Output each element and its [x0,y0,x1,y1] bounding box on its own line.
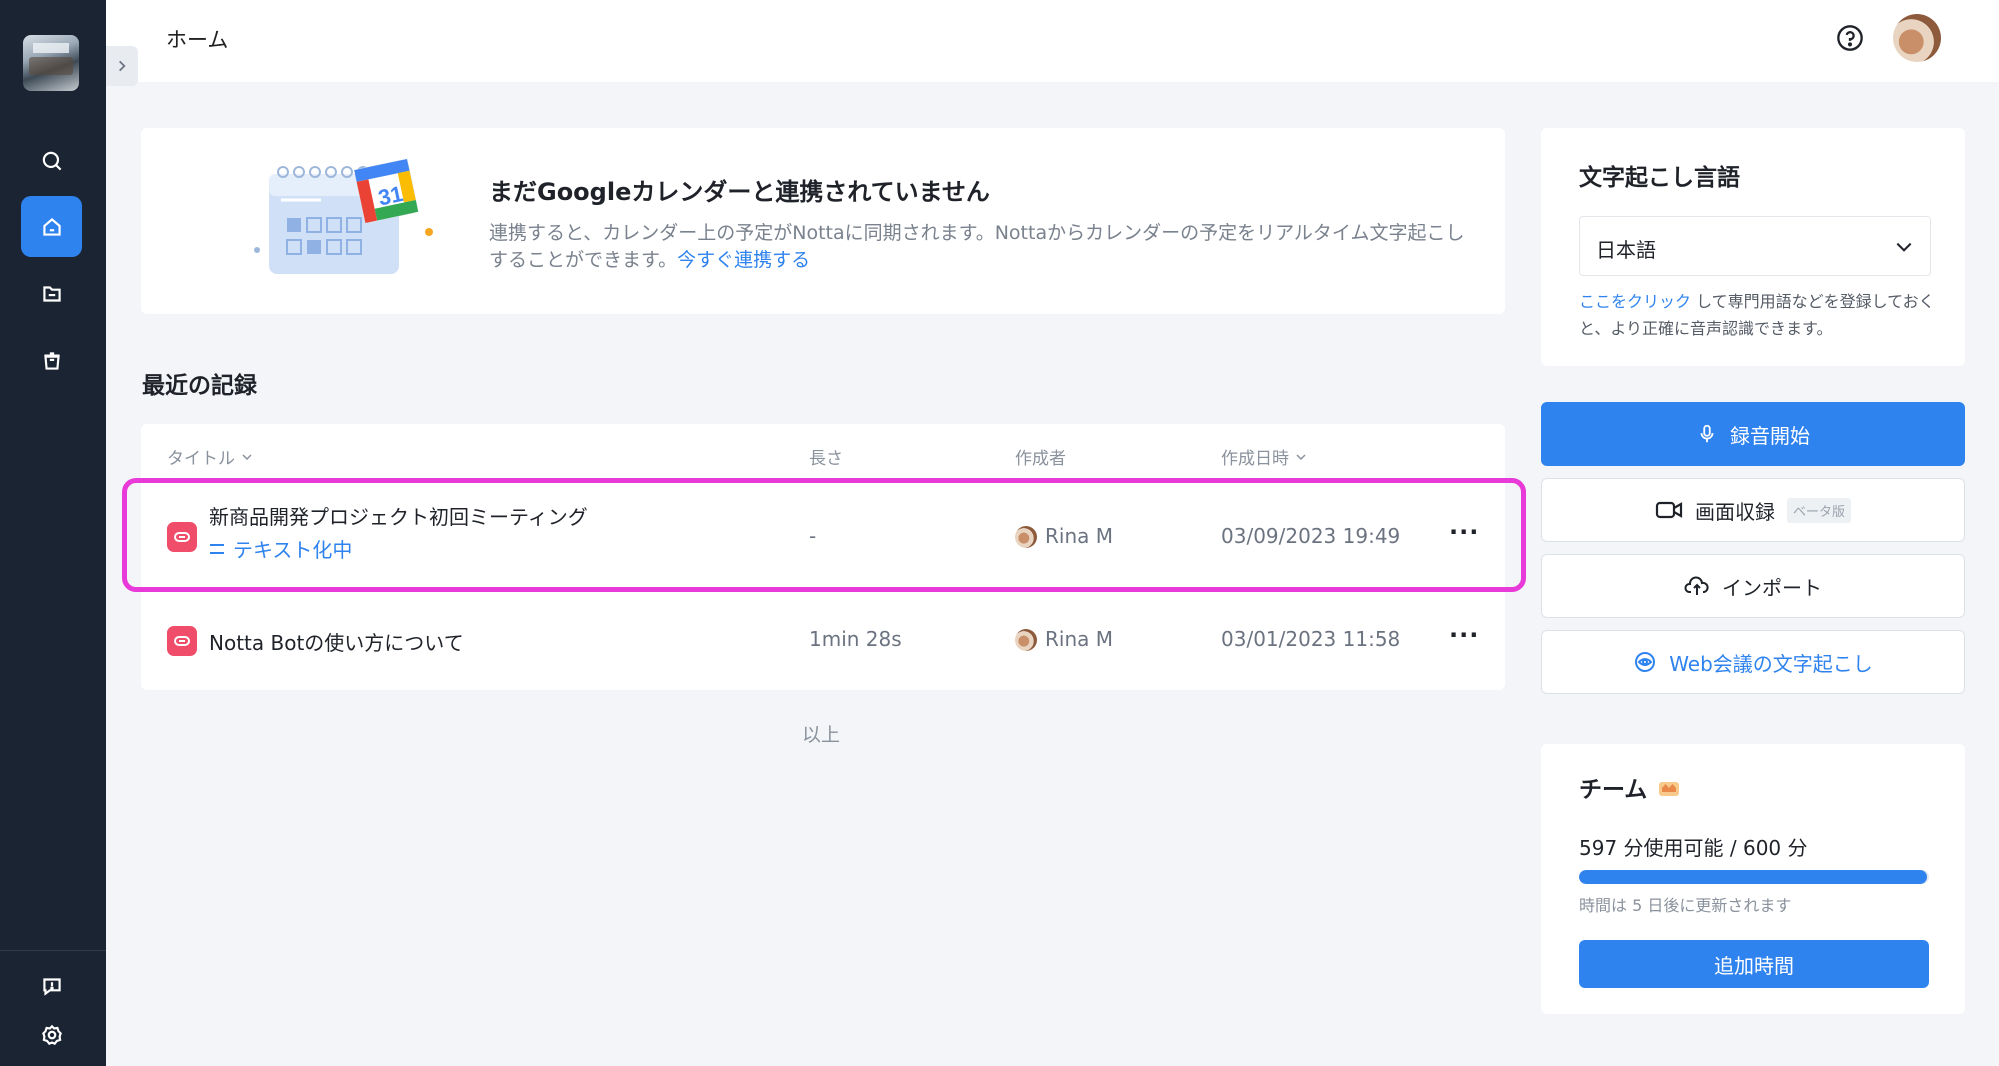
transcription-language-card: 文字起こし言語 日本語 ここをクリック して専門用語などを登録しておくと、より正… [1541,128,1965,366]
add-time-button[interactable]: 追加時間 [1579,940,1929,988]
settings-icon [41,1024,62,1045]
calendar-illustration: 31 [254,158,433,274]
calendar-banner-description: 連携すると、カレンダー上の予定がNottaに同期されます。Nottaからカレンダ… [489,222,1465,271]
more-options-button[interactable]: ··· [1449,621,1479,649]
list-end-text: 以上 [802,724,841,746]
language-card-title: 文字起こし言語 [1579,165,1740,191]
table-row[interactable]: Notta Botの使い方について 1min 28s Rina M 03/01/… [141,590,1505,690]
web-meeting-icon [1635,652,1656,672]
team-title: チーム [1579,770,1681,804]
column-header-length: 長さ [809,449,843,469]
usage-progress-fill [1579,870,1928,884]
custom-terms-link[interactable]: ここをクリック [1579,292,1691,311]
sidebar-home[interactable] [21,196,82,257]
start-recording-button[interactable]: 録音開始 [1541,402,1965,466]
feedback-icon [42,977,61,996]
search-icon [42,151,61,170]
crown-icon [1659,782,1680,796]
topbar [106,0,1999,82]
sidebar-divider [0,950,106,951]
sidebar-search[interactable] [21,130,82,191]
sidebar [0,0,106,1066]
import-button[interactable]: インポート [1541,554,1965,618]
column-header-created-at[interactable]: 作成日時 [1221,444,1307,469]
sidebar-folders[interactable] [21,263,82,324]
highlight-annotation [122,478,1526,592]
chevron-down-icon [1896,242,1912,252]
upload-cloud-icon [1684,576,1709,595]
camera-icon [1655,501,1683,519]
page-title: ホーム [166,28,229,52]
chevron-down-icon [1296,453,1306,460]
help-icon[interactable] [1836,24,1864,52]
screen-record-button[interactable]: 画面収録 ベータ版 [1541,478,1965,542]
record-created-at: 03/01/2023 11:58 [1221,627,1401,651]
team-card: チーム 597 分使用可能 / 600 分 時間は 5 日後に更新されます 追加… [1541,744,1965,1014]
language-note: ここをクリック して専門用語などを登録しておくと、より正確に音声認識できます。 [1579,292,1935,338]
record-title[interactable]: Notta Botの使い方について [209,627,464,656]
svg-text:31: 31 [376,181,405,211]
home-icon [42,217,61,236]
connect-now-link[interactable]: 今すぐ連携する [677,249,810,271]
sidebar-trash[interactable] [21,330,82,391]
user-avatar[interactable] [1893,14,1941,62]
calendar-banner-title: まだGoogleカレンダーと連携されていません [489,178,990,206]
sidebar-settings[interactable] [21,1004,82,1065]
recent-records-title: 最近の記録 [142,373,257,399]
web-meeting-transcription-button[interactable]: Web会議の文字起こし [1541,630,1965,694]
sidebar-collapse-button[interactable] [106,46,138,86]
record-length: 1min 28s [809,627,902,651]
microphone-icon [1700,424,1714,443]
creator-avatar [1015,629,1037,651]
recording-icon [167,626,197,656]
trash-icon [43,351,60,370]
folder-icon [42,285,61,302]
column-header-creator: 作成者 [1015,449,1066,469]
chevron-right-icon [119,60,126,72]
chevron-down-icon [242,453,252,460]
language-selected-value: 日本語 [1596,238,1656,262]
column-header-title[interactable]: タイトル [167,444,253,469]
usage-progress-bar [1579,870,1929,884]
workspace-logo[interactable] [23,35,79,91]
record-creator: Rina M [1045,627,1113,651]
language-select[interactable]: 日本語 [1579,216,1931,276]
renew-text: 時間は 5 日後に更新されます [1579,896,1792,915]
calendar-banner: 31 まだGoogleカレンダーと連携されていません 連携すると、カレンダー上の… [141,128,1505,314]
usage-text: 597 分使用可能 / 600 分 [1579,836,1808,860]
beta-badge: ベータ版 [1786,497,1851,523]
